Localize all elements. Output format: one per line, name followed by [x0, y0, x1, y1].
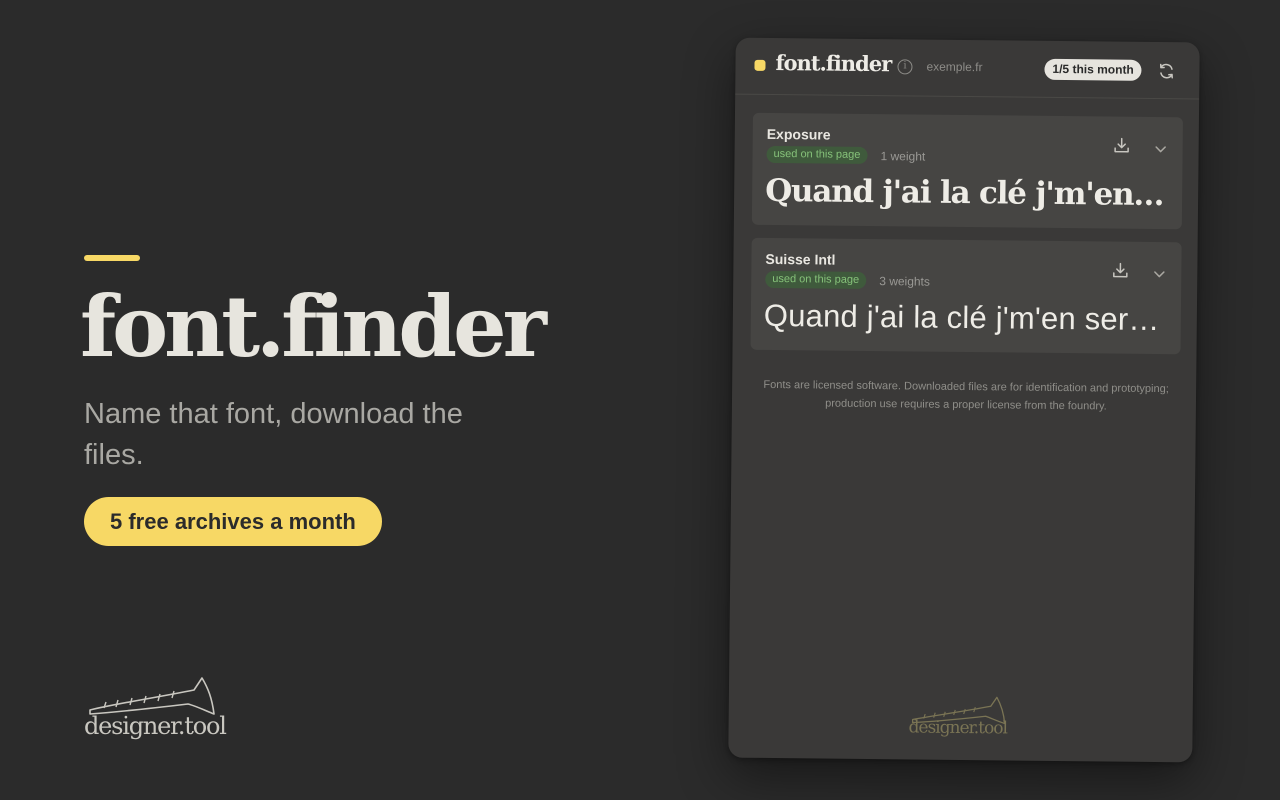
footer-logo: designer.tool — [908, 693, 1019, 744]
quota-badge: 1/5 this month — [1044, 58, 1142, 81]
cta-button[interactable]: 5 free archives a month — [84, 497, 382, 546]
font-card[interactable]: Exposure used on this page 1 weight Quan… — [751, 112, 1183, 230]
hero-subtitle: Name that font, download the files. — [84, 398, 463, 471]
font-name: Suisse Intl — [765, 250, 836, 268]
chevron-down-icon — [1154, 271, 1165, 278]
info-icon[interactable]: i — [897, 59, 913, 75]
usage-badge: used on this page — [765, 270, 867, 289]
expand-button[interactable] — [1151, 266, 1167, 282]
download-button[interactable] — [1111, 262, 1129, 280]
font-card[interactable]: Suisse Intl used on this page 3 weights … — [750, 237, 1182, 355]
expand-button[interactable] — [1153, 141, 1169, 157]
chevron-down-icon — [1155, 146, 1166, 153]
download-icon — [1113, 262, 1128, 278]
panel-header: font.finder i exemple.fr 1/5 this month — [735, 37, 1200, 100]
download-icon — [1114, 137, 1129, 153]
hero-title: font.finder — [80, 277, 547, 376]
weight-count: 3 weights — [879, 274, 931, 289]
usage-badge: used on this page — [766, 145, 868, 164]
font-finder-panel: font.finder i exemple.fr 1/5 this month … — [728, 37, 1200, 763]
font-preview: Quand j'ai la clé j'm'en sers pour ouvri… — [763, 297, 1170, 338]
panel-title: font.finder — [775, 50, 892, 77]
download-button[interactable] — [1113, 137, 1131, 155]
font-preview: Quand j'ai la clé j'm'en sers pour ouvri… — [764, 172, 1171, 214]
site-domain: exemple.fr — [926, 59, 983, 75]
refresh-icon — [1159, 63, 1173, 79]
designer-tool-logo: designer.tool — [84, 674, 227, 744]
font-name: Exposure — [766, 125, 831, 143]
license-note: Fonts are licensed software. Downloaded … — [763, 378, 1169, 413]
status-indicator — [754, 59, 766, 71]
logo-wordmark: designer.tool — [908, 717, 1008, 739]
accent-bar — [84, 255, 140, 261]
weight-count: 1 weight — [880, 149, 926, 164]
refresh-button[interactable] — [1157, 62, 1175, 80]
logo-wordmark: designer.tool — [84, 712, 227, 740]
